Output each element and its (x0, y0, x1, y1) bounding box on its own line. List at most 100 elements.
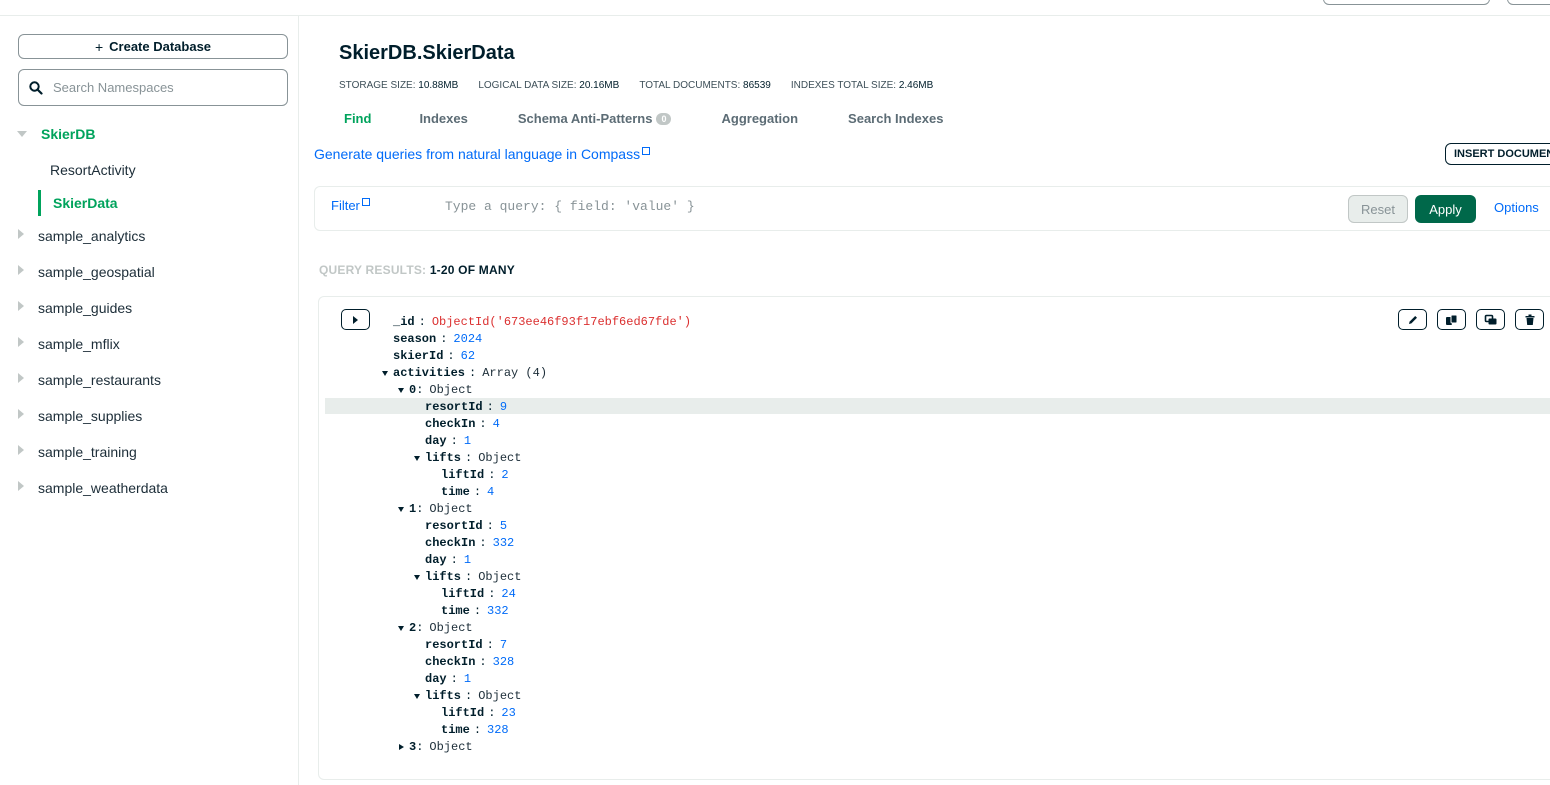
top-bar-control[interactable] (1507, 0, 1550, 5)
top-bar (0, 0, 1550, 16)
delete-document-button[interactable] (1515, 309, 1544, 330)
tab-schema-anti-patterns[interactable]: Schema Anti-Patterns 0 (518, 111, 672, 126)
caret-down-icon (398, 625, 404, 631)
options-toggle[interactable]: Options (1494, 200, 1539, 215)
sidebar-item-sample-training[interactable]: sample_training (0, 436, 298, 468)
field-value: 332 (487, 603, 509, 618)
reset-button[interactable]: Reset (1348, 195, 1408, 223)
document-field: checkIn:328 (425, 653, 514, 670)
field-separator: : (418, 314, 426, 329)
document-field: skierId:62 (393, 347, 475, 364)
field-value: 4 (492, 416, 500, 431)
caret-right-icon (18, 337, 24, 347)
stat-key: STORAGE SIZE: (339, 80, 416, 91)
field-key: day (425, 433, 447, 448)
field-key: season (393, 331, 437, 346)
document-field: day:1 (425, 551, 471, 568)
collapse-toggle[interactable] (411, 571, 423, 583)
stat-item: TOTAL DOCUMENTS: 86539 (639, 80, 771, 91)
collapse-toggle[interactable] (379, 367, 391, 379)
sidebar-item-sample-analytics[interactable]: sample_analytics (0, 220, 298, 252)
field-key: _id (393, 314, 415, 329)
sidebar-item-label: SkierDB (41, 126, 96, 142)
edit-document-button[interactable] (1398, 309, 1427, 330)
field-separator: : (416, 620, 424, 635)
search-namespaces-input[interactable] (53, 80, 273, 95)
tab-find[interactable]: Find (344, 111, 371, 126)
sidebar-item-resortactivity[interactable]: ResortActivity (0, 154, 298, 186)
collapse-toggle[interactable] (395, 384, 407, 396)
insert-document-button[interactable]: INSERT DOCUMENT (1445, 143, 1550, 165)
sidebar-item-sample-weatherdata[interactable]: sample_weatherdata (0, 472, 298, 504)
sidebar-item-label: ResortActivity (50, 162, 136, 178)
namespace-search[interactable] (18, 69, 288, 106)
sidebar-item-label: sample_guides (38, 300, 133, 316)
play-icon (353, 315, 358, 324)
field-key: liftId (441, 467, 485, 482)
sidebar-item-label: sample_restaurants (38, 372, 161, 388)
field-value: 1 (463, 552, 472, 567)
top-bar-control[interactable] (1323, 0, 1490, 5)
field-separator: : (416, 739, 424, 754)
sidebar-item-skierdata[interactable]: SkierData (0, 187, 298, 219)
field-key: checkIn (425, 535, 476, 550)
copy-document-button[interactable] (1437, 309, 1466, 330)
filter-query-input[interactable] (445, 199, 1325, 214)
field-key: resortId (425, 518, 483, 533)
collection-tabs: Find Indexes Schema Anti-Patterns 0 Aggregat… (344, 111, 943, 126)
create-database-label: Create Database (109, 39, 212, 54)
sidebar-item-sample-guides[interactable]: sample_guides (0, 292, 298, 324)
apply-button[interactable]: Apply (1415, 195, 1476, 223)
expand-toggle[interactable] (395, 741, 407, 753)
clone-document-button[interactable] (1476, 309, 1505, 330)
query-results-label: QUERY RESULTS: (319, 263, 427, 277)
stat-value: 2.46MB (898, 80, 934, 91)
field-separator: : (486, 518, 494, 533)
field-value: 2 (501, 467, 509, 482)
collapse-toggle[interactable] (395, 622, 407, 634)
field-separator: : (450, 552, 458, 567)
field-value: ObjectId('673ee46f93f17ebf6ed67fde') (431, 314, 692, 329)
collapse-toggle[interactable] (395, 503, 407, 515)
sidebar-item-sample-geospatial[interactable]: sample_geospatial (0, 256, 298, 288)
tab-search-indexes[interactable]: Search Indexes (848, 111, 943, 126)
field-key: lifts (425, 569, 462, 584)
page-title: SkierDB.SkierData (339, 42, 515, 64)
field-value: 2024 (453, 331, 483, 346)
caret-right-icon (18, 445, 24, 455)
tab-label: Find (344, 111, 372, 126)
document-field: lifts: Object (414, 568, 521, 585)
document-field: liftId:23 (441, 704, 516, 721)
field-key: liftId (441, 586, 485, 601)
sidebar-item-skierdb[interactable]: SkierDB (0, 118, 298, 150)
count-badge: 0 (656, 112, 672, 125)
tab-indexes[interactable]: Indexes (419, 111, 467, 126)
document-field: 0: Object (398, 381, 473, 398)
field-value: 328 (492, 654, 515, 669)
field-value: 332 (492, 535, 515, 550)
field-separator: : (479, 535, 487, 550)
sidebar: + Create Database SkierDB ResortActivity S… (0, 16, 299, 785)
field-separator: : (488, 705, 496, 720)
sidebar-item-sample-supplies[interactable]: sample_supplies (0, 400, 298, 432)
document-field: time:4 (441, 483, 494, 500)
collapse-toggle[interactable] (411, 690, 423, 702)
sidebar-item-label: sample_mflix (38, 336, 120, 352)
tab-aggregation[interactable]: Aggregation (721, 111, 798, 126)
expand-document-button[interactable] (341, 309, 370, 330)
natural-language-query-link[interactable]: Generate queries from natural language i… (314, 146, 651, 162)
create-database-button[interactable]: + Create Database (18, 34, 288, 59)
field-separator: : (486, 399, 494, 414)
sidebar-item-sample-restaurants[interactable]: sample_restaurants (0, 364, 298, 396)
trash-icon (1524, 314, 1536, 326)
sidebar-item-sample-mflix[interactable]: sample_mflix (0, 328, 298, 360)
stat-value: 10.88MB (418, 80, 459, 91)
nl-link-label: Generate queries from natural language i… (314, 146, 641, 162)
document-field: 3: Object (398, 738, 473, 755)
field-separator: : (440, 331, 448, 346)
stat-value: 20.16MB (579, 80, 620, 91)
stat-item: INDEXES TOTAL SIZE: 2.46MB (791, 80, 933, 91)
active-indicator (38, 190, 41, 216)
collapse-toggle[interactable] (411, 452, 423, 464)
filter-help-link[interactable]: Filter (331, 198, 370, 213)
